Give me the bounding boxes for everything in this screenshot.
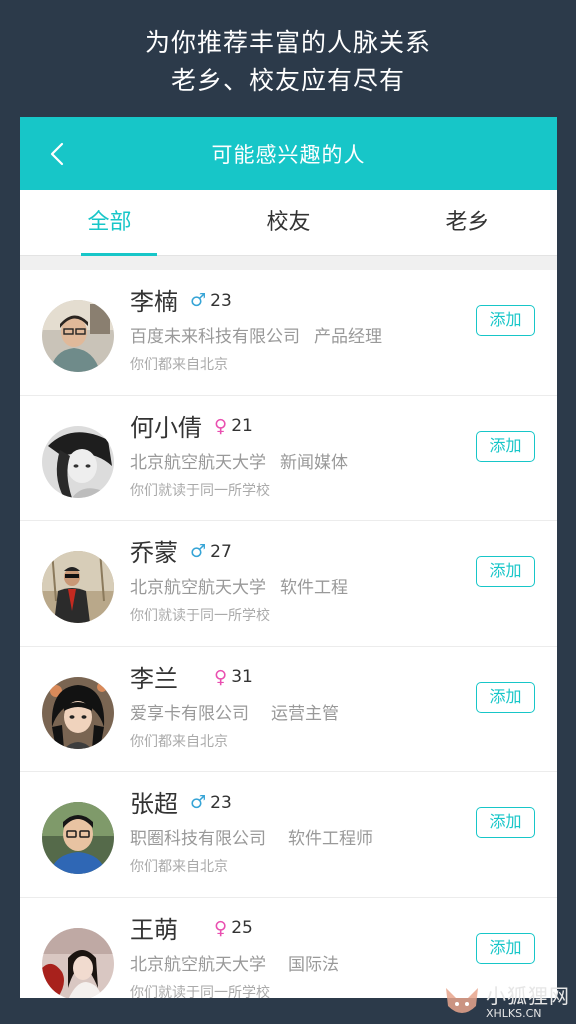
page-title: 可能感兴趣的人 xyxy=(211,143,366,167)
job-title: 运营主管 xyxy=(271,703,339,724)
app-screen: 可能感兴趣的人 全部 校友 老乡 李楠 ♂ 23 百度未来科技有限公司 产品经理… xyxy=(20,117,557,998)
company-name: 北京航空航天大学 xyxy=(130,578,266,598)
add-button[interactable]: 添加 xyxy=(476,807,535,838)
company-name: 北京航空航天大学 xyxy=(130,954,266,975)
avatar xyxy=(42,551,114,623)
fox-logo-icon xyxy=(446,988,478,1013)
company-info: 北京航空航天大学 软件工程 xyxy=(130,573,348,598)
people-list: 李楠 ♂ 23 百度未来科技有限公司 产品经理 你们都来自北京 添加 何小倩 ♀… xyxy=(20,270,557,998)
list-item[interactable]: 乔蒙 ♂ 27 北京航空航天大学 软件工程 你们就读于同一所学校 添加 xyxy=(20,521,557,647)
list-item[interactable]: 李楠 ♂ 23 百度未来科技有限公司 产品经理 你们都来自北京 添加 xyxy=(20,270,557,396)
age: 31 xyxy=(231,667,253,687)
avatar xyxy=(42,300,114,372)
list-item[interactable]: 李兰 ♀ 31 爱享卡有限公司 运营主管 你们都来自北京 添加 xyxy=(20,647,557,772)
female-icon: ♀ xyxy=(214,415,228,437)
list-item[interactable]: 王萌 ♀ 25 北京航空航天大学 国际法 你们就读于同一所学校 添加 xyxy=(20,898,557,999)
company-name: 百度未来科技有限公司 xyxy=(130,327,300,347)
tab-alumni[interactable]: 校友 xyxy=(199,190,378,255)
tab-label: 老乡 xyxy=(445,210,490,235)
gender-age: ♂ 27 xyxy=(190,541,232,562)
watermark: 小狐狸网 XHLKS.CN xyxy=(442,984,570,1020)
job-title: 产品经理 xyxy=(314,327,382,347)
add-button[interactable]: 添加 xyxy=(476,681,535,713)
company-info: 爱享卡有限公司 运营主管 xyxy=(130,699,339,724)
person-name: 乔蒙 xyxy=(130,539,178,567)
tab-label: 校友 xyxy=(266,210,311,235)
age: 23 xyxy=(210,792,232,813)
tab-all[interactable]: 全部 xyxy=(20,190,199,256)
female-icon: ♀ xyxy=(214,666,228,688)
job-title: 国际法 xyxy=(288,954,339,975)
recommend-reason: 你们都来自北京 xyxy=(130,357,228,373)
avatar xyxy=(42,927,114,998)
recommend-reason: 你们都来自北京 xyxy=(130,859,228,875)
gender-age: ♀ 31 xyxy=(214,667,253,688)
company-info: 北京航空航天大学 国际法 xyxy=(130,950,339,975)
age: 27 xyxy=(210,541,232,562)
avatar xyxy=(42,676,114,749)
add-button[interactable]: 添加 xyxy=(476,430,535,462)
active-tab-indicator xyxy=(81,253,157,256)
company-info: 职圈科技有限公司 软件工程师 xyxy=(130,824,373,849)
avatar xyxy=(42,425,114,498)
divider xyxy=(20,256,557,270)
recommend-reason: 你们就读于同一所学校 xyxy=(130,608,270,624)
promo-banner: 为你推荐丰富的人脉关系 老乡、校友应有尽有 xyxy=(0,0,576,118)
job-title: 软件工程 xyxy=(280,578,348,598)
top-navigation-bar: 可能感兴趣的人 xyxy=(20,117,557,190)
gender-age: ♀ 21 xyxy=(214,416,253,437)
person-name: 王萌 xyxy=(130,915,178,944)
person-name: 李兰 xyxy=(130,664,178,693)
list-item[interactable]: 何小倩 ♀ 21 北京航空航天大学 新闻媒体 你们就读于同一所学校 添加 xyxy=(20,396,557,521)
company-info: 北京航空航天大学 新闻媒体 xyxy=(130,448,348,473)
add-button[interactable]: 添加 xyxy=(476,556,535,587)
person-name: 张超 xyxy=(130,790,178,818)
age: 21 xyxy=(231,416,253,436)
person-name: 李楠 xyxy=(130,288,178,316)
recommend-reason: 你们就读于同一所学校 xyxy=(130,482,270,499)
gender-age: ♂ 23 xyxy=(190,290,232,311)
list-item[interactable]: 张超 ♂ 23 职圈科技有限公司 软件工程师 你们都来自北京 添加 xyxy=(20,772,557,898)
age: 23 xyxy=(210,290,232,311)
company-name: 爱享卡有限公司 xyxy=(130,703,249,724)
promo-line-1: 为你推荐丰富的人脉关系 xyxy=(144,28,431,57)
female-icon: ♀ xyxy=(214,917,228,939)
tab-hometown[interactable]: 老乡 xyxy=(378,190,557,255)
tab-bar: 全部 校友 老乡 xyxy=(20,190,557,256)
add-button[interactable]: 添加 xyxy=(476,305,535,336)
recommend-reason: 你们都来自北京 xyxy=(130,733,228,750)
age: 25 xyxy=(231,918,253,938)
company-name: 职圈科技有限公司 xyxy=(130,829,266,849)
male-icon: ♂ xyxy=(190,541,207,562)
tab-label: 全部 xyxy=(87,210,132,235)
watermark-text: 小狐狸网 xyxy=(486,983,570,1008)
gender-age: ♀ 25 xyxy=(214,918,253,939)
job-title: 新闻媒体 xyxy=(280,452,348,473)
job-title: 软件工程师 xyxy=(288,829,373,849)
recommend-reason: 你们就读于同一所学校 xyxy=(130,984,270,999)
add-button[interactable]: 添加 xyxy=(476,932,535,964)
male-icon: ♂ xyxy=(190,290,207,311)
promo-line-2: 老乡、校友应有尽有 xyxy=(170,66,405,95)
gender-age: ♂ 23 xyxy=(190,792,232,813)
person-name: 何小倩 xyxy=(130,413,202,442)
company-info: 百度未来科技有限公司 产品经理 xyxy=(130,322,382,347)
watermark-domain: XHLKS.CN xyxy=(486,1006,542,1020)
avatar xyxy=(42,802,114,874)
company-name: 北京航空航天大学 xyxy=(130,452,266,473)
male-icon: ♂ xyxy=(190,792,207,813)
